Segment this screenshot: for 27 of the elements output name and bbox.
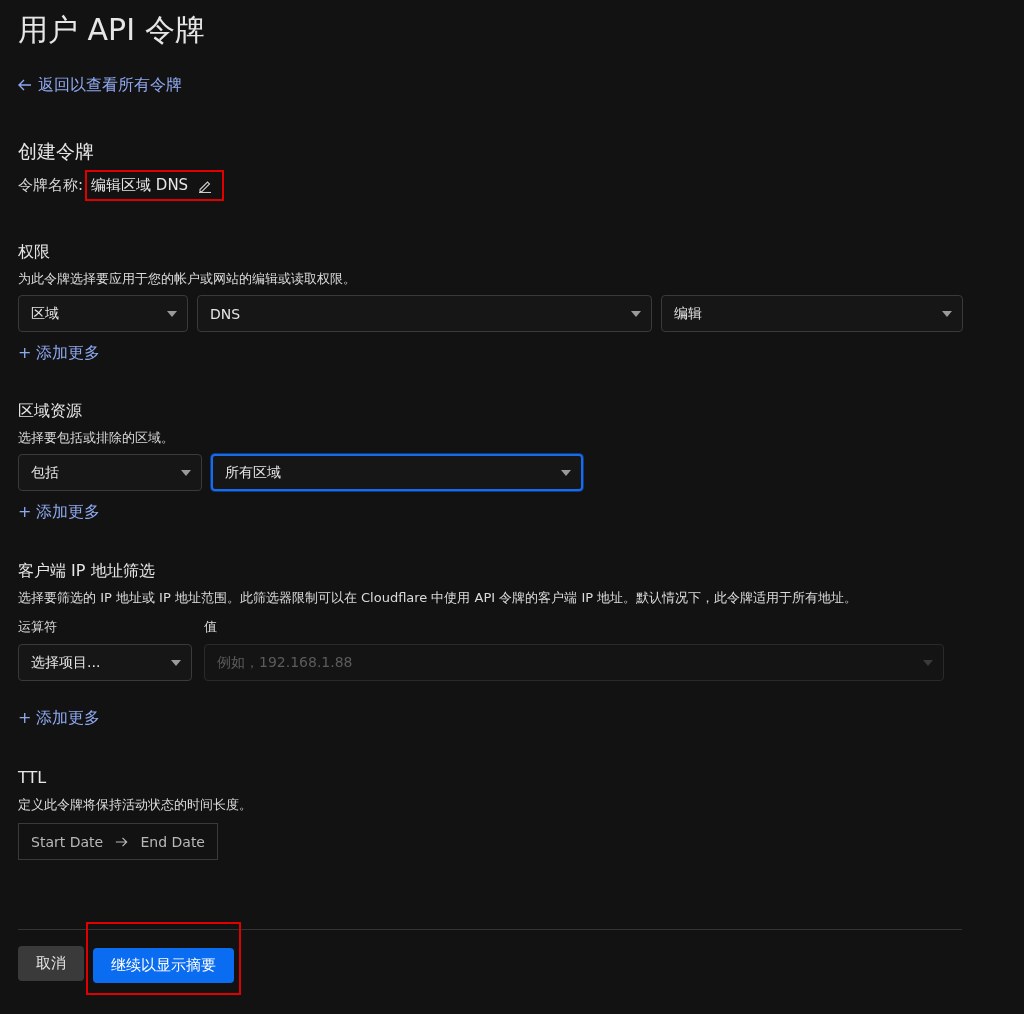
- field-label: 令牌名称:: [18, 176, 84, 195]
- date-range-field[interactable]: Start Date End Date: [18, 823, 218, 860]
- section-heading: 权限: [18, 241, 50, 263]
- back-link[interactable]: 返回以查看所有令牌: [18, 74, 182, 96]
- cancel-button[interactable]: 取消: [18, 946, 84, 981]
- section-description: 为此令牌选择要应用于您的帐户或网站的编辑或读取权限。: [18, 270, 357, 288]
- section-heading: TTL: [18, 767, 47, 789]
- dropdown[interactable]: 区域: [18, 295, 188, 332]
- add-more-link[interactable]: + 添加更多: [18, 501, 101, 523]
- field-label: 运算符: [18, 618, 58, 636]
- page-title: 用户 API 令牌: [18, 12, 205, 48]
- section-description: 选择要筛选的 IP 地址或 IP 地址范围。此筛选器限制可以在 Cloudflare 中使用 API 令牌的客户端 IP 地址。默认情况下，此令牌适用于所有地址。: [18, 589, 859, 607]
- section-heading: 区域资源: [18, 400, 82, 422]
- section-heading: 创建令牌: [18, 139, 94, 164]
- field-label: 值: [204, 618, 218, 636]
- dropdown[interactable]: 选择项目...: [18, 644, 192, 681]
- dropdown[interactable]: 包括: [18, 454, 202, 491]
- dropdown[interactable]: 所有区域: [211, 454, 583, 491]
- section-description: 定义此令牌将保持活动状态的时间长度。: [18, 796, 253, 814]
- dropdown[interactable]: 编辑: [661, 295, 963, 332]
- section-heading: 客户端 IP 地址筛选: [18, 560, 155, 582]
- add-more-link[interactable]: + 添加更多: [18, 707, 101, 729]
- add-more-link[interactable]: + 添加更多: [18, 342, 101, 364]
- token-name: 编辑区域 DNS: [91, 176, 189, 195]
- continue-button[interactable]: 继续以显示摘要: [93, 948, 234, 983]
- section-description: 选择要包括或排除的区域。: [18, 429, 175, 447]
- dropdown[interactable]: DNS: [197, 295, 652, 332]
